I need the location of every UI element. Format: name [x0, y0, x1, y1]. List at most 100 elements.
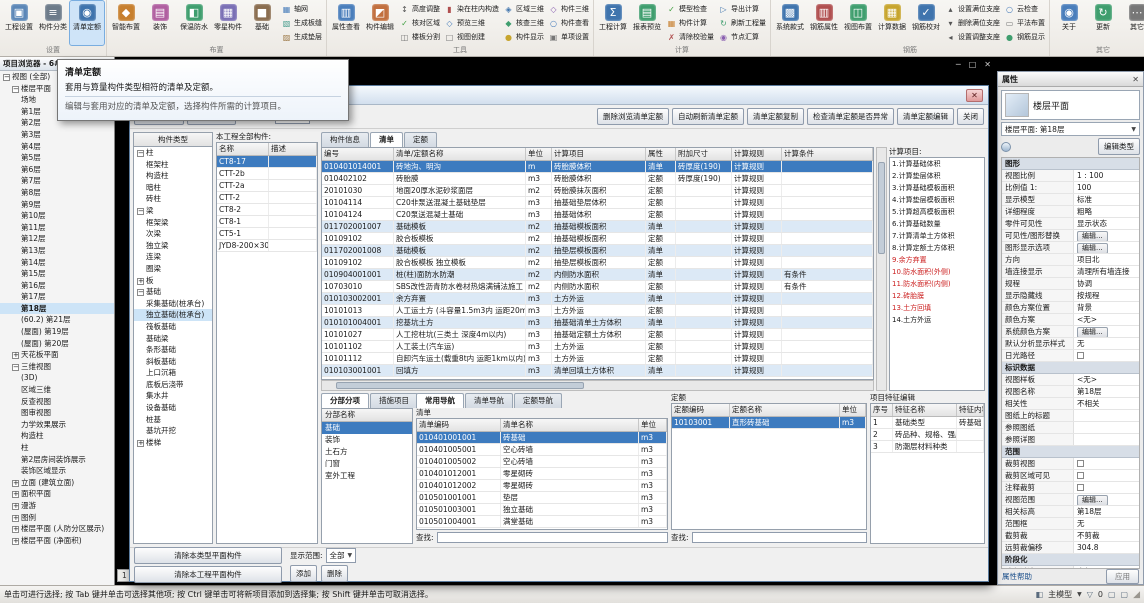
column-header[interactable]: 计算项目	[552, 148, 646, 160]
table-row[interactable]: 010401014001砖地沟、明沟m砖胎膜体积清单砖厚度(190)计算规则	[322, 161, 873, 173]
ribbon-button[interactable]: ✓钢筋校对	[909, 1, 943, 45]
ribbon-button[interactable]: ▦计算数据	[875, 1, 909, 45]
collapse-icon[interactable]: −	[137, 208, 144, 215]
table-row[interactable]: 010103001001回填方m3清单回填土方体积清单计算规则	[322, 365, 873, 377]
ribbon-button[interactable]: ◂设置调整支座	[943, 30, 1002, 44]
ribbon-button[interactable]: ▦构件计算	[664, 16, 716, 30]
section-item[interactable]: 门窗	[322, 458, 412, 470]
tree-item[interactable]: 圈梁	[134, 263, 212, 275]
table-row[interactable]: CT8-1	[217, 216, 317, 228]
tree-item[interactable]: 框架梁	[134, 217, 212, 229]
restore-icon[interactable]: □	[969, 60, 977, 69]
ribbon-button[interactable]: ✓模型检查	[664, 2, 716, 16]
table-row[interactable]: 010402102砖胎膜m3砖胎膜体积定额砖厚度(190)计算规则	[322, 173, 873, 185]
collapse-icon[interactable]: −	[3, 74, 10, 81]
column-header[interactable]: 清单/定额名称	[394, 148, 526, 160]
tree-item[interactable]: 第17层	[0, 291, 114, 303]
expand-icon[interactable]: +	[12, 480, 19, 487]
apply-button[interactable]: 应用	[1106, 569, 1139, 584]
ribbon-button[interactable]: ▤装饰	[143, 1, 177, 45]
expand-icon[interactable]: +	[137, 440, 144, 447]
ribbon-button[interactable]: ▮染在柱内构造	[442, 2, 501, 16]
ribbon-button[interactable]: ■基础	[245, 1, 279, 45]
tree-item[interactable]: (3D)	[0, 372, 114, 384]
column-header[interactable]: 单位	[526, 148, 552, 160]
tree-item[interactable]: 砖柱	[134, 193, 212, 205]
table-row[interactable]: 10101102人工装土(汽车运)m3土方外运定额计算规则	[322, 341, 873, 353]
close-button[interactable]: 关闭	[957, 108, 984, 125]
tree-item[interactable]: 反查视图	[0, 396, 114, 408]
column-header[interactable]: 特征名称	[893, 404, 957, 416]
tree-item[interactable]: 连梁	[134, 251, 212, 263]
tab-cuoshi[interactable]: 措施项目	[370, 393, 418, 408]
tree-item[interactable]: 独立梁	[134, 240, 212, 252]
edit-button[interactable]: 编辑...	[1077, 243, 1108, 253]
ribbon-button[interactable]: ↻刷新工程量	[716, 16, 768, 30]
column-header[interactable]: 清单名称	[501, 419, 639, 431]
ribbon-button[interactable]: ✓核对区域	[397, 16, 442, 30]
table-row[interactable]: CT5-1	[217, 228, 317, 240]
tree-item[interactable]: −三维视图	[0, 361, 114, 373]
property-value[interactable]: 无	[1074, 518, 1139, 529]
calc-item[interactable]: 10.防水面积(外侧)	[890, 266, 984, 278]
table-row[interactable]: 010904001001桩(柱)面防水防潮m2内侧防水面积清单计算规则有条件	[322, 269, 873, 281]
tree-item[interactable]: 集水井	[134, 390, 212, 402]
table-row[interactable]: 10104124C20泵送混凝土基础m3抽基础体积定额计算规则	[322, 209, 873, 221]
table-row[interactable]: CTT-2b	[217, 168, 317, 180]
tree-item[interactable]: 图审视图	[0, 407, 114, 419]
filter-icon[interactable]: ▽	[1087, 590, 1093, 599]
calc-item[interactable]: 11.防水面积(内侧)	[890, 278, 984, 290]
close-icon[interactable]: ✕	[984, 60, 991, 69]
properties-titlebar[interactable]: 属性 ✕	[998, 72, 1143, 87]
checkbox[interactable]	[1077, 460, 1084, 467]
section-item[interactable]: 土石方	[322, 446, 412, 458]
property-value[interactable]: 第18层	[1074, 386, 1139, 397]
tree-item[interactable]: +面积平面	[0, 488, 114, 500]
column-header[interactable]: 名称	[217, 143, 269, 155]
table-row[interactable]: 010401012001零星砌砖m3	[417, 468, 667, 480]
tree-item[interactable]: 第3层	[0, 129, 114, 141]
table-row[interactable]: 1基础类型砖基础	[871, 417, 984, 429]
table-row[interactable]: 3防潮层材料种类	[871, 441, 984, 453]
clear-type-components-button[interactable]: 清除本类型平面构件	[134, 547, 282, 564]
property-value[interactable]: 编辑...	[1074, 242, 1139, 253]
tree-item[interactable]: 第14层	[0, 257, 114, 269]
tree-item[interactable]: 次梁	[134, 228, 212, 240]
table-row[interactable]: JYD8-200×300	[217, 240, 317, 252]
tab-quota[interactable]: 定额	[404, 132, 437, 147]
ribbon-button[interactable]: ▦轴网	[279, 2, 324, 16]
calc-item[interactable]: 3.计算基础模板面积	[890, 182, 984, 194]
tree-item[interactable]: 第9层	[0, 199, 114, 211]
ribbon-button[interactable]: ▣单项设置	[546, 30, 591, 44]
tree-item[interactable]: 第18层	[0, 303, 114, 315]
ribbon-button[interactable]: ▨生成垫层	[279, 30, 324, 44]
tree-item[interactable]: +图例	[0, 512, 114, 524]
property-value[interactable]: <无>	[1074, 374, 1139, 385]
tree-item[interactable]: 第6层	[0, 164, 114, 176]
expand-icon[interactable]: +	[12, 503, 19, 510]
tree-item[interactable]: 第10层	[0, 210, 114, 222]
ribbon-button[interactable]: ▷导出计算	[716, 2, 768, 16]
calc-item[interactable]: 14.土方外运	[890, 314, 984, 326]
add-button[interactable]: 添加	[290, 565, 317, 582]
tree-item[interactable]: 第5层	[0, 152, 114, 164]
ribbon-button[interactable]: ◈区域三维	[501, 2, 546, 16]
table-row[interactable]: 010501001001垫层m3	[417, 492, 667, 504]
column-header[interactable]: 序号	[871, 404, 893, 416]
calc-item[interactable]: 9.余方弃置	[890, 254, 984, 266]
tree-item[interactable]: 上口沉箱	[134, 367, 212, 379]
property-value[interactable]: 按规程	[1074, 290, 1139, 301]
column-header[interactable]: 计算规则	[732, 148, 782, 160]
ribbon-button[interactable]: ▧生成板缝	[279, 16, 324, 30]
tree-item[interactable]: 第11层	[0, 222, 114, 234]
property-group-header[interactable]: 图形	[1002, 158, 1139, 170]
ribbon-button[interactable]: ◫楼板分割	[397, 30, 442, 44]
tree-item[interactable]: +板	[134, 275, 212, 287]
table-row[interactable]: 10104114C20非泵送混凝土基础垫层m3抽基础垫层体积定额计算规则	[322, 197, 873, 209]
table-row[interactable]: 010401005001空心砖墙m3	[417, 444, 667, 456]
tree-item[interactable]: 暗柱	[134, 182, 212, 194]
properties-help-link[interactable]: 属性帮助	[1002, 571, 1032, 582]
property-value[interactable]: 304.8	[1074, 542, 1139, 553]
table-row[interactable]: 10101013人工运土方 (斗容量1.5m3内 运距20m)m3土方外运定额计…	[322, 305, 873, 317]
tree-item[interactable]: 底板后浇带	[134, 379, 212, 391]
